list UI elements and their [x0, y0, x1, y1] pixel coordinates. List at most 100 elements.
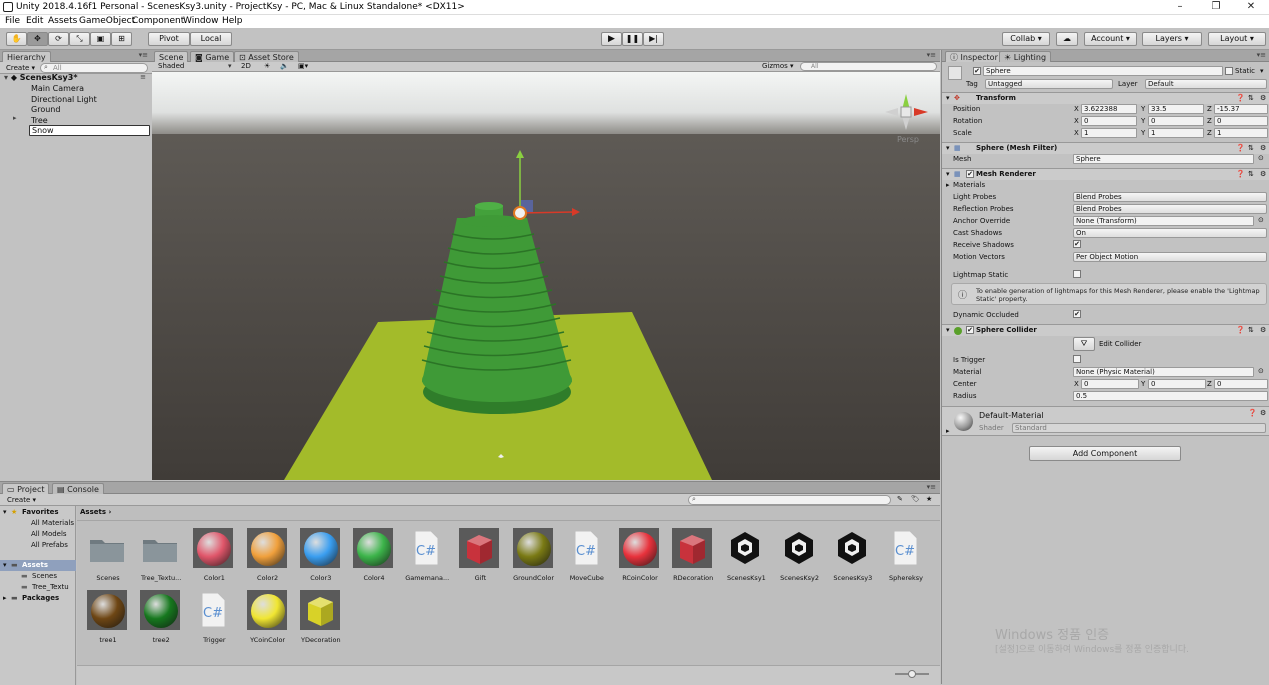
packages-title[interactable]: Packages [22, 594, 59, 602]
help-icon[interactable]: ❓ [1248, 409, 1257, 417]
foldout-arrow-icon[interactable]: ▾ [946, 326, 950, 334]
static-dropdown-arrow-icon[interactable]: ▾ [1260, 67, 1264, 75]
reflection-probes-dropdown[interactable]: Blend Probes [1073, 204, 1267, 214]
collab-dropdown[interactable]: Collab ▾ [1002, 32, 1050, 46]
pause-icon[interactable]: ❚❚ [622, 32, 643, 46]
transform-header[interactable]: ▾ ✥ Transform ❓ ⇅ ⚙ [942, 92, 1269, 104]
tab-hierarchy[interactable]: Hierarchy [2, 51, 51, 62]
foldout-arrow-icon[interactable]: ▾ [946, 94, 950, 102]
help-icon[interactable]: ❓ [1236, 144, 1245, 152]
menu-file[interactable]: File [5, 16, 20, 26]
foldout-arrow-icon[interactable]: ▾ [946, 170, 950, 178]
audio-toggle-icon[interactable]: 🔈 [280, 62, 289, 70]
shader-dropdown[interactable]: Standard [1012, 423, 1266, 433]
panel-menu-icon[interactable]: ▾≡ [1257, 51, 1266, 59]
close-button[interactable]: ✕ [1233, 0, 1269, 15]
hierarchy-scene-row[interactable]: ▾ ◆ ScenesKsy3* [4, 72, 78, 83]
position-y-field[interactable]: 33.5 [1148, 104, 1204, 114]
foldout-arrow-icon[interactable]: ▸ [3, 594, 7, 602]
asset-item[interactable]: GroundColor [511, 526, 557, 584]
object-picker-icon[interactable]: ⊙ [1258, 216, 1264, 224]
motion-vectors-dropdown[interactable]: Per Object Motion [1073, 252, 1267, 262]
move-tool-icon[interactable]: ✥ [27, 32, 48, 46]
position-z-field[interactable]: -15.37 [1214, 104, 1268, 114]
mesh-field[interactable]: Sphere [1073, 154, 1254, 164]
scene-menu-icon[interactable]: ≡ [140, 73, 146, 81]
transform-tool-icon[interactable]: ⊞ [111, 32, 132, 46]
asset-item[interactable]: tree1 [85, 588, 131, 646]
panel-menu-icon[interactable]: ▾≡ [927, 51, 936, 59]
asset-item[interactable]: ScenesKsy2 [777, 526, 823, 584]
asset-item[interactable]: Gift [457, 526, 503, 584]
presets-icon[interactable]: ⇅ [1248, 94, 1254, 102]
asset-item[interactable]: YDecoration [298, 588, 344, 646]
edit-collider-icon[interactable]: ⛛ [1073, 337, 1095, 351]
hierarchy-item[interactable]: Main Camera [31, 83, 84, 94]
component-gear-icon[interactable]: ⚙ [1260, 326, 1266, 334]
foldout-arrow-icon[interactable]: ▸ [946, 427, 950, 435]
receive-shadows-checkbox[interactable]: ✔ [1073, 240, 1081, 248]
static-checkbox[interactable] [1225, 67, 1233, 75]
rotate-tool-icon[interactable]: ⟳ [48, 32, 69, 46]
presets-icon[interactable]: ⇅ [1248, 170, 1254, 178]
scene-search-input[interactable]: All [800, 62, 937, 71]
foldout-arrow-icon[interactable]: ▸ [946, 181, 950, 189]
asset-item[interactable]: Tree_Textu... [138, 526, 184, 584]
asset-item[interactable]: tree2 [138, 588, 184, 646]
asset-item[interactable]: Color2 [245, 526, 291, 584]
local-toggle[interactable]: Local [190, 32, 232, 46]
presets-icon[interactable]: ⇅ [1248, 144, 1254, 152]
pivot-toggle[interactable]: Pivot [148, 32, 190, 46]
asset-item[interactable]: C# Sphereksy [883, 526, 929, 584]
radius-field[interactable]: 0.5 [1073, 391, 1268, 401]
active-checkbox[interactable]: ✔ [973, 67, 981, 75]
rotation-x-field[interactable]: 0 [1081, 116, 1137, 126]
tab-game[interactable]: ◙ Game [190, 51, 235, 62]
help-icon[interactable]: ❓ [1236, 170, 1245, 178]
object-picker-icon[interactable]: ⊙ [1258, 367, 1264, 375]
maximize-button[interactable]: ❐ [1198, 0, 1234, 15]
assets-tree-item[interactable]: Tree_Textu [32, 583, 69, 591]
rotation-z-field[interactable]: 0 [1214, 116, 1268, 126]
mode-2d-toggle[interactable]: 2D [241, 62, 251, 70]
scale-y-field[interactable]: 1 [1148, 128, 1204, 138]
zoom-slider-handle[interactable] [908, 670, 916, 678]
layer-dropdown[interactable]: Default [1145, 79, 1267, 89]
tab-console[interactable]: ▤ Console [52, 483, 104, 494]
asset-item[interactable]: ScenesKsy3 [830, 526, 876, 584]
rect-tool-icon[interactable]: ▣ [90, 32, 111, 46]
project-create-button[interactable]: Create ▾ [7, 496, 36, 504]
asset-item[interactable]: Color4 [351, 526, 397, 584]
add-component-button[interactable]: Add Component [1029, 446, 1181, 461]
hierarchy-create-button[interactable]: Create ▾ [6, 64, 35, 72]
tab-project[interactable]: ▭ Project [2, 483, 50, 494]
menu-window[interactable]: Window [183, 16, 219, 26]
play-icon[interactable]: ▶ [601, 32, 622, 46]
expand-arrow-icon[interactable]: ▸ [13, 114, 17, 122]
asset-item[interactable]: C# Trigger [191, 588, 237, 646]
cloud-icon[interactable]: ☁ [1056, 32, 1078, 46]
dynamic-occluded-checkbox[interactable]: ✔ [1073, 310, 1081, 318]
panel-menu-icon[interactable]: ▾≡ [927, 483, 936, 491]
filter-by-label-icon[interactable]: 🏷 [911, 495, 920, 503]
menu-gameobject[interactable]: GameObject [79, 16, 135, 26]
presets-icon[interactable]: ⇅ [1248, 326, 1254, 334]
position-x-field[interactable]: 3.622388 [1081, 104, 1137, 114]
favorite-item[interactable]: All Prefabs [31, 541, 68, 549]
asset-item[interactable]: RCoinColor [617, 526, 663, 584]
expand-arrow-icon[interactable]: ▾ [4, 73, 8, 82]
light-probes-dropdown[interactable]: Blend Probes [1073, 192, 1267, 202]
help-icon[interactable]: ❓ [1236, 326, 1245, 334]
foldout-arrow-icon[interactable]: ▾ [3, 561, 7, 569]
component-gear-icon[interactable]: ⚙ [1260, 144, 1266, 152]
asset-item[interactable]: C# Gamemana... [404, 526, 450, 584]
account-dropdown[interactable]: Account ▾ [1084, 32, 1137, 46]
scale-tool-icon[interactable]: ⤡ [69, 32, 90, 46]
cast-shadows-dropdown[interactable]: On [1073, 228, 1267, 238]
asset-item[interactable]: Color1 [191, 526, 237, 584]
lightmap-static-checkbox[interactable] [1073, 270, 1081, 278]
menu-help[interactable]: Help [222, 16, 243, 26]
asset-item[interactable]: ScenesKsy1 [723, 526, 769, 584]
asset-item[interactable]: C# MoveCube [564, 526, 610, 584]
tab-lighting[interactable]: ☀ Lighting [999, 51, 1052, 62]
